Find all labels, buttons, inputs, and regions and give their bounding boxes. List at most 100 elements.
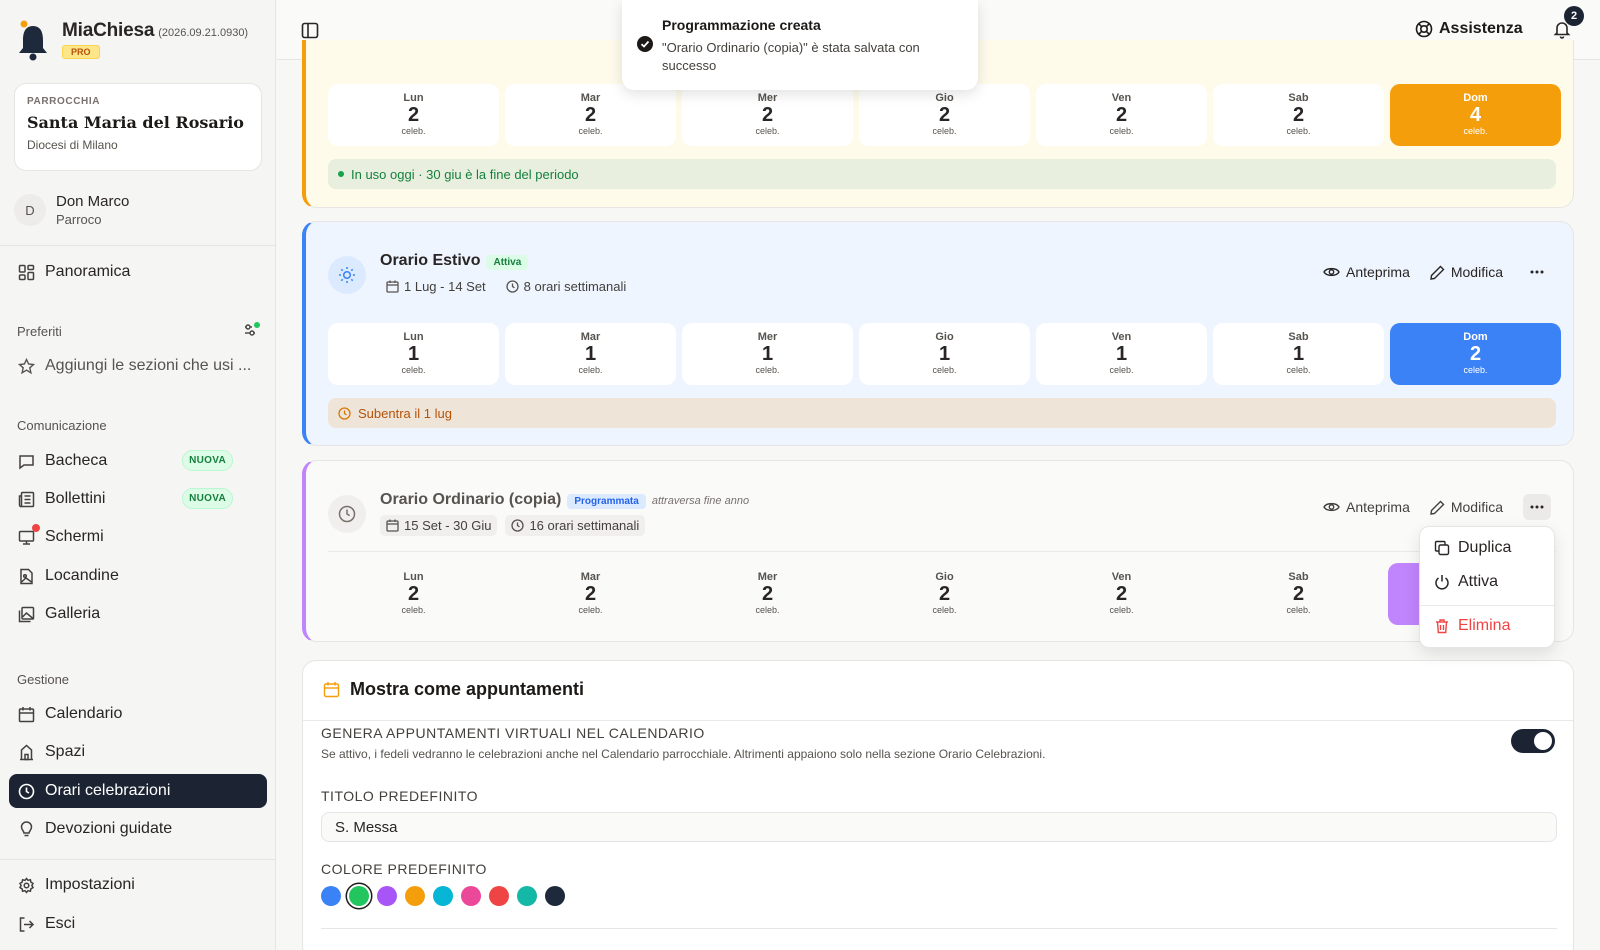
default-title-input[interactable]: [321, 812, 1557, 842]
day-name: Gio: [935, 92, 954, 104]
sidebar: MiaChiesa (2026.09.21.0930) PRO PARROCCHI…: [0, 0, 276, 950]
sidebar-item-board[interactable]: Bacheca NUOVA: [9, 444, 267, 478]
sidebar-item-screens[interactable]: Schermi: [9, 520, 267, 554]
preview-button[interactable]: Anteprima: [1323, 499, 1410, 515]
help-button[interactable]: Assistenza: [1415, 20, 1523, 38]
appointments-settings-panel: Mostra come appuntamenti GENERA APPUNTAM…: [302, 660, 1574, 950]
count-text: 8 orari settimanali: [523, 279, 627, 294]
favorites-add-hint[interactable]: Aggiungi le sezioni che usi ...: [9, 349, 267, 383]
day-name: Gio: [935, 571, 954, 583]
sidebar-item-label: Panoramica: [45, 263, 131, 280]
celebration-count: 2: [938, 104, 951, 126]
more-options-menu: Duplica Attiva Elimina: [1419, 526, 1555, 648]
parish-diocese: Diocesi di Milano: [27, 138, 118, 152]
pencil-icon: [1430, 265, 1445, 280]
edit-button[interactable]: Modifica: [1430, 264, 1503, 280]
sidebar-item-gallery[interactable]: Galleria: [9, 597, 267, 631]
day-tile: Gio 2 celeb.: [859, 563, 1030, 625]
notification-count-badge: 2: [1564, 6, 1584, 26]
sidebar-item-overview[interactable]: Panoramica: [9, 255, 267, 289]
customize-favorites-icon[interactable]: [243, 322, 261, 338]
celebration-count: 2: [761, 104, 774, 126]
schedule-title: Orario Estivo: [380, 252, 481, 269]
color-swatch[interactable]: [433, 886, 453, 906]
celebration-count: 2: [407, 104, 420, 126]
sidebar-item-posters[interactable]: Locandine: [9, 559, 267, 593]
day-name: Mar: [580, 571, 601, 583]
sidebar-item-logout[interactable]: Esci: [9, 907, 267, 941]
calendar-icon: [386, 280, 399, 293]
day-tile: Lun 1 celeb.: [328, 323, 499, 385]
menu-item-delete[interactable]: Elimina: [1434, 617, 1510, 635]
star-icon: [18, 357, 35, 374]
building-icon: [20, 743, 33, 760]
sidebar-toggle-icon[interactable]: [301, 22, 319, 39]
user-profile[interactable]: D Don Marco Parroco: [14, 193, 129, 227]
day-tile: Ven 1 celeb.: [1036, 323, 1207, 385]
schedule-card-copy: Orario Ordinario (copia) Programmata attra…: [302, 460, 1574, 642]
sidebar-item-schedules[interactable]: Orari celebrazioni: [9, 774, 267, 808]
color-swatch[interactable]: [489, 886, 509, 906]
day-tile: Dom 2 celeb.: [1390, 323, 1561, 385]
color-swatch[interactable]: [545, 886, 565, 906]
celebration-unit: celeb.: [1109, 605, 1134, 615]
virtual-appointments-toggle[interactable]: [1511, 729, 1555, 753]
calendar-icon: [18, 706, 35, 722]
celebration-unit: celeb.: [578, 126, 603, 136]
eye-icon: [1323, 267, 1340, 277]
day-name: Lun: [403, 571, 424, 583]
color-swatch[interactable]: [517, 886, 537, 906]
edit-button[interactable]: Modifica: [1430, 499, 1503, 515]
edit-label: Modifica: [1450, 499, 1503, 515]
day-tile: Mar 2 celeb.: [505, 84, 676, 146]
file-image-icon: [20, 568, 33, 584]
day-name: Dom: [1463, 331, 1488, 343]
divider: [321, 928, 1557, 929]
app-name: MiaChiesa: [62, 20, 155, 41]
plan-badge: PRO: [62, 45, 100, 59]
app-version: (2026.09.21.0930): [158, 27, 249, 39]
lifebuoy-icon: [1415, 20, 1433, 38]
sidebar-item-label: Galleria: [45, 605, 101, 622]
color-picker: [321, 886, 565, 906]
sidebar-item-bulletins[interactable]: Bollettini NUOVA: [9, 482, 267, 516]
logout-icon: [19, 916, 35, 932]
status-takes-over: Subentra il 1 lug: [328, 398, 1556, 428]
color-swatch[interactable]: [321, 886, 341, 906]
section-title-text: Mostra come appuntamenti: [350, 679, 585, 699]
sidebar-item-calendar[interactable]: Calendario: [9, 697, 267, 731]
celebration-count: 2: [1292, 583, 1305, 605]
status-text: In uso oggi · 30 giu è la fine del perio…: [351, 166, 579, 182]
celebration-unit: celeb.: [401, 365, 426, 375]
notifications-button[interactable]: 2: [1553, 6, 1584, 39]
preview-button[interactable]: Anteprima: [1323, 264, 1410, 280]
sidebar-item-devotions[interactable]: Devozioni guidate: [9, 812, 267, 846]
color-swatch[interactable]: [349, 886, 369, 906]
status-in-use: In uso oggi · 30 giu è la fine del perio…: [328, 159, 1556, 189]
parish-card[interactable]: PARROCCHIA Santa Maria del Rosario Dioce…: [14, 83, 262, 171]
status-text: Subentra il 1 lug: [358, 405, 452, 421]
sidebar-item-spaces[interactable]: Spazi: [9, 735, 267, 769]
color-swatch[interactable]: [405, 886, 425, 906]
virtual-appointments-help: Se attivo, i fedeli vedranno le celebraz…: [321, 747, 1046, 761]
celebration-count: 1: [407, 343, 420, 365]
more-options-button[interactable]: [1523, 259, 1551, 285]
color-swatch[interactable]: [461, 886, 481, 906]
day-name: Mer: [757, 571, 778, 583]
menu-item-label: Duplica: [1458, 539, 1512, 556]
management-section-title: Gestione: [17, 672, 70, 687]
menu-item-label: Attiva: [1458, 573, 1499, 590]
divider: [303, 720, 1573, 721]
period-text: 15 Set - 30 Giu: [404, 518, 492, 533]
message-square-icon: [19, 454, 34, 469]
day-tile: Mar 1 celeb.: [505, 323, 676, 385]
schedule-meta: 1 Lug - 14 Set 8 orari settimanali: [380, 276, 632, 297]
clock-icon: [511, 519, 525, 532]
menu-item-activate[interactable]: Attiva: [1434, 573, 1498, 591]
color-swatch[interactable]: [377, 886, 397, 906]
calendar-icon: [323, 682, 340, 698]
more-options-button[interactable]: [1523, 494, 1551, 520]
menu-item-duplicate[interactable]: Duplica: [1434, 539, 1511, 557]
pencil-icon: [1430, 500, 1445, 515]
sidebar-item-settings[interactable]: Impostazioni: [9, 868, 267, 902]
